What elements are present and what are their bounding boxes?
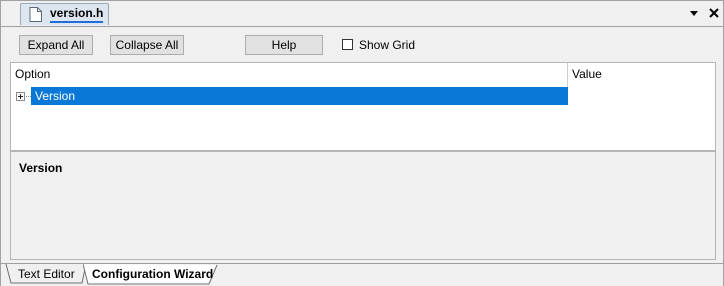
document-tab[interactable]: version.h: [20, 3, 109, 25]
tab-label: Configuration Wizard: [92, 267, 214, 281]
document-tab-strip: version.h: [1, 1, 723, 27]
show-grid-checkbox[interactable]: [342, 39, 353, 50]
column-header-value[interactable]: Value: [572, 67, 602, 81]
tab-configuration-wizard[interactable]: Configuration Wizard: [83, 264, 219, 285]
document-tab-label: version.h: [50, 7, 104, 23]
show-grid-label: Show Grid: [359, 38, 416, 52]
column-divider[interactable]: [567, 63, 568, 87]
tree-row[interactable]: Version: [31, 87, 568, 105]
document-icon: [29, 7, 42, 25]
tab-text-editor[interactable]: Text Editor: [5, 264, 88, 285]
close-icon[interactable]: [707, 6, 721, 20]
dropdown-arrow-icon[interactable]: [687, 6, 701, 20]
help-button[interactable]: Help: [245, 35, 323, 55]
column-header-option[interactable]: Option: [15, 67, 50, 81]
options-grid: Option Value Version: [10, 62, 716, 151]
expand-all-button[interactable]: Expand All: [19, 35, 93, 55]
tab-label: Text Editor: [18, 267, 75, 281]
tree-row-label: Version: [35, 89, 76, 103]
description-panel: Version: [10, 151, 716, 260]
collapse-all-button[interactable]: Collapse All: [110, 35, 184, 55]
description-title: Version: [19, 161, 63, 175]
editor-window: version.h Expand All Collapse All Help S…: [0, 0, 724, 286]
expand-plus-icon[interactable]: [16, 92, 25, 101]
bottom-tab-strip: Text Editor Configuration Wizard: [1, 263, 723, 286]
